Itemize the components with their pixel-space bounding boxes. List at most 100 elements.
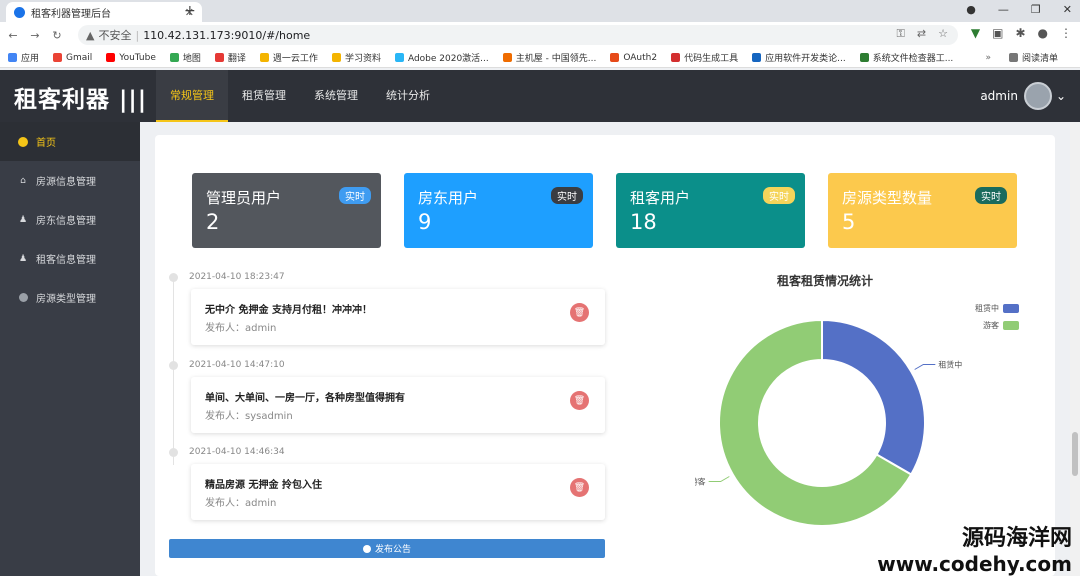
bookmark-label: Adobe 2020激活...: [407, 54, 489, 64]
donut-slice[interactable]: [821, 318, 926, 476]
stat-card: 房源类型数量 5 实时: [828, 173, 1017, 248]
scrollbar-thumb[interactable]: [1072, 432, 1078, 476]
bookmark-label: 主机屋 - 中国领先...: [515, 54, 597, 64]
bookmark-item[interactable]: 週一云工作: [259, 51, 318, 64]
media-icon[interactable]: ▣: [992, 26, 1003, 40]
watermark-url: www.codehy.com: [877, 552, 1072, 576]
nav-tab[interactable]: 租赁管理: [228, 70, 300, 122]
user-menu[interactable]: admin ⌄: [980, 82, 1066, 110]
bookmark-label: Gmail: [66, 52, 93, 63]
bookmark-item[interactable]: 学习资料: [331, 51, 381, 64]
sidebar-item-label: 房东信息管理: [36, 216, 96, 227]
user-icon: ♟: [18, 214, 28, 225]
timeline-dot: [169, 448, 178, 457]
bookmark-item[interactable]: YouTube: [106, 53, 156, 63]
app-header: 租客利器 ||| 常规管理 租赁管理 系统管理 统计分析 admin ⌄: [0, 70, 1080, 122]
star-icon[interactable]: ☆: [938, 27, 948, 41]
menu-icon[interactable]: ⋮: [1060, 26, 1072, 40]
minimize-icon[interactable]: —: [998, 3, 1009, 16]
watermark: 源码海洋网 www.codehy.com: [877, 520, 1072, 576]
bookmark-item[interactable]: 应用: [8, 51, 39, 64]
translate-icon[interactable]: ⇄: [917, 27, 926, 41]
back-icon[interactable]: ←: [4, 29, 22, 42]
sidebar-item-label: 首页: [36, 138, 56, 149]
timeline-time: 2021-04-10 18:23:47: [189, 272, 285, 282]
tab-title: 租客利器管理后台: [31, 8, 111, 20]
puzzle-icon[interactable]: ✱: [1015, 26, 1025, 40]
window-controls: ● — ❐ ✕: [966, 3, 1072, 16]
timeline-dot: [169, 361, 178, 370]
bookmark-item[interactable]: 翻译: [214, 51, 246, 64]
sidebar: 首页 ⌂ 房源信息管理 ♟ 房东信息管理 ♟ 租客信息管理 房源类型管理: [0, 122, 140, 576]
stat-card-value: 5: [842, 210, 856, 234]
browser-tab[interactable]: 租客利器管理后台 ✕: [6, 2, 202, 22]
bookmark-icon: [394, 53, 404, 62]
bookmark-item[interactable]: OAuth2: [610, 53, 657, 63]
stat-card-value: 18: [630, 210, 657, 234]
announcement-author: 发布人：admin: [205, 498, 277, 509]
bookmark-icon: [169, 53, 179, 62]
bookmark-label: 学习资料: [344, 54, 381, 64]
sidebar-item[interactable]: ⌂ 房源信息管理: [0, 161, 140, 200]
legend-swatch: [1003, 321, 1019, 330]
bookmark-label: YouTube: [119, 52, 156, 63]
bookmark-item[interactable]: 应用软件开发类论...: [752, 51, 846, 64]
record-icon[interactable]: ●: [966, 3, 976, 16]
reload-icon[interactable]: ↻: [48, 29, 66, 42]
bookmark-item[interactable]: 系统文件检查器工...: [859, 51, 953, 64]
bookmark-label: 应用: [21, 54, 40, 64]
nav-tab[interactable]: 统计分析: [372, 70, 444, 122]
watermark-title: 源码海洋网: [961, 526, 1072, 551]
more-bookmarks-icon[interactable]: »: [985, 53, 991, 63]
sidebar-item-label: 租客信息管理: [36, 255, 96, 266]
timeline-time: 2021-04-10 14:46:34: [189, 447, 285, 457]
sidebar-item[interactable]: ♟ 房东信息管理: [0, 200, 140, 239]
avatar[interactable]: [1023, 82, 1052, 110]
close-window-icon[interactable]: ✕: [1063, 3, 1072, 16]
bookmark-label: 应用软件开发类论...: [765, 54, 846, 64]
home-icon: ⌂: [20, 175, 26, 186]
bookmark-item[interactable]: Adobe 2020激活...: [394, 51, 489, 64]
bookmark-item[interactable]: Gmail: [53, 53, 92, 63]
bookmark-icon: [8, 53, 17, 62]
nav-tab[interactable]: 常规管理: [156, 70, 228, 122]
restore-icon[interactable]: ❐: [1031, 3, 1041, 16]
username: admin: [980, 89, 1018, 103]
announcement-card: 精品房源 无押金 拎包入住 发布人：admin 🗑: [191, 464, 605, 520]
extension-icon[interactable]: ▼: [971, 26, 980, 40]
bookmark-item[interactable]: 主机屋 - 中国领先...: [502, 51, 597, 64]
publish-label: 发布公告: [374, 545, 411, 555]
sidebar-item[interactable]: 首页: [0, 122, 140, 161]
slice-label: 租赁中: [938, 360, 962, 370]
stat-card-value: 9: [418, 210, 432, 234]
bookmark-icon: [259, 53, 269, 62]
publish-button[interactable]: 发布公告: [169, 539, 605, 558]
bookmark-label: 週一云工作: [272, 54, 318, 64]
bookmark-item[interactable]: 地图: [169, 51, 201, 64]
url-text: 110.42.131.173:9010/#/home: [143, 28, 311, 42]
legend-swatch: [1003, 304, 1019, 313]
bookmarks-bar: 应用 Gmail YouTube 地图 翻译 週一云工作 学习资料 Adobe 2020激活.…: [0, 48, 1080, 68]
new-tab-icon[interactable]: +: [184, 3, 196, 19]
delete-icon[interactable]: 🗑: [570, 391, 589, 410]
scrollbar[interactable]: [1070, 122, 1080, 576]
nav-tab[interactable]: 系统管理: [300, 70, 372, 122]
chevron-down-icon[interactable]: ⌄: [1056, 89, 1066, 103]
reading-list[interactable]: 阅读清单: [1008, 51, 1058, 64]
sidebar-item[interactable]: ♟ 租客信息管理: [0, 239, 140, 278]
forward-icon[interactable]: →: [26, 29, 44, 42]
key-icon[interactable]: ⚿: [897, 27, 905, 41]
delete-icon[interactable]: 🗑: [570, 303, 589, 322]
announcement-author: 发布人：admin: [205, 323, 277, 334]
bookmark-icon: [752, 53, 762, 62]
main-panel: 管理员用户 2 实时 房东用户 9 实时 租客用户 18 实时 房源类型数量 5 实时 2021-04…: [155, 135, 1055, 576]
delete-icon[interactable]: 🗑: [570, 478, 589, 497]
url-input[interactable]: ▲ 不安全 | 110.42.131.173:9010/#/home ⚿ ⇄ ☆: [78, 25, 958, 45]
slice-label: 游客: [695, 477, 706, 487]
sidebar-item[interactable]: 房源类型管理: [0, 278, 140, 317]
bookmark-item[interactable]: 代码生成工具: [671, 51, 738, 64]
profile-icon[interactable]: ●: [1038, 26, 1048, 40]
chart-title: 租客租赁情况统计: [776, 274, 873, 288]
sidebar-item-label: 房源信息管理: [36, 177, 96, 188]
announcement-author: 发布人：sysadmin: [205, 411, 293, 422]
